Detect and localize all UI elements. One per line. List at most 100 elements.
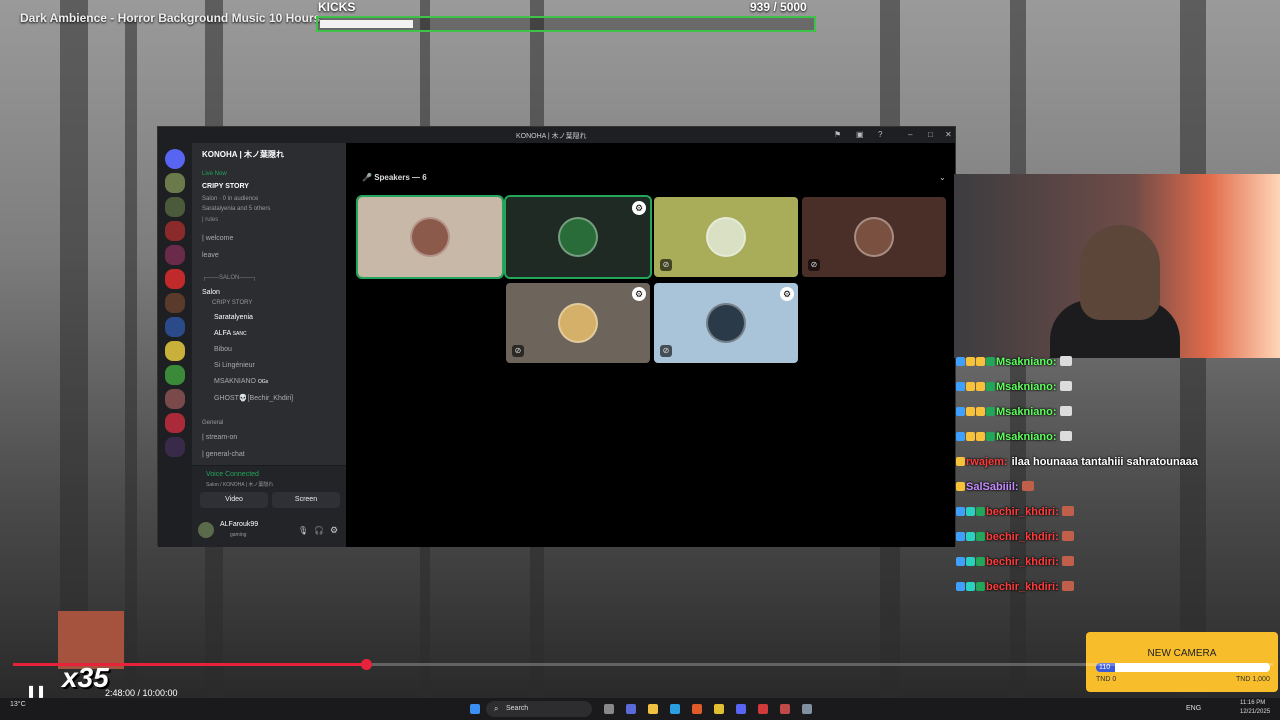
minimize-button[interactable]: –: [908, 130, 912, 139]
server-icon[interactable]: [165, 389, 185, 409]
chat-badge-icon: [956, 432, 965, 441]
chat-badge-icon: [966, 382, 975, 391]
chat-username: Msakniano:: [996, 431, 1057, 443]
chat-message: bechir_khdiri:: [956, 556, 1074, 568]
server-name[interactable]: KONOHA | 木ノ葉隠れ: [202, 149, 284, 160]
server-icon[interactable]: [165, 173, 185, 193]
settings-gear-icon[interactable]: ⚙: [330, 525, 338, 536]
speaker-tile[interactable]: ⊘ ⚙: [506, 283, 650, 363]
flag-icon[interactable]: ⚑: [834, 130, 841, 139]
member-row[interactable]: MSAKNIANO OGs: [214, 378, 268, 385]
server-icon[interactable]: [165, 437, 185, 457]
speaker-tile[interactable]: ⊘ ⚙: [654, 283, 798, 363]
maximize-button[interactable]: □: [928, 130, 933, 139]
speaker-tile[interactable]: ⚙: [504, 195, 652, 279]
microphone-icon[interactable]: 🎙: [298, 526, 308, 535]
member-row[interactable]: GHOST💀[Bechir_Khdiri]: [214, 394, 293, 402]
chat-badge-icon: [966, 507, 975, 516]
meme-emote-image: [58, 611, 124, 669]
pause-icon[interactable]: ❚❚: [26, 684, 46, 698]
channel-welcome[interactable]: | welcome: [202, 235, 233, 242]
user-panel: ALFarouk99 gaming 🎙 🎧 ⚙: [192, 516, 346, 547]
server-icon[interactable]: [165, 293, 185, 313]
app-icon[interactable]: [802, 704, 812, 714]
windows-taskbar: 13°C ⌕ Search ENG 11:16 PM 12/21/2025: [0, 698, 1280, 720]
speaker-tile[interactable]: [356, 195, 504, 279]
language-indicator[interactable]: ENG: [1186, 705, 1201, 712]
server-icon[interactable]: [165, 245, 185, 265]
server-icon[interactable]: [165, 221, 185, 241]
kicks-progress-bar: [316, 16, 816, 32]
server-icon[interactable]: [165, 413, 185, 433]
channel-leave[interactable]: leave: [202, 252, 219, 259]
chat-username: bechir_khdiri:: [986, 581, 1059, 593]
chat-badge-icon: [976, 357, 985, 366]
discord-home-icon[interactable]: [165, 149, 185, 169]
tile-options-icon[interactable]: ⚙: [632, 287, 646, 301]
chat-badge-icon: [956, 407, 965, 416]
username: ALFarouk99: [220, 521, 259, 528]
close-button[interactable]: ✕: [945, 130, 952, 139]
chat-username: SalSabiiil:: [966, 481, 1019, 493]
chat-badge-icon: [956, 532, 965, 541]
channel-general-chat[interactable]: | general-chat: [202, 451, 245, 458]
chat-username: bechir_khdiri:: [986, 556, 1059, 568]
discord-taskbar-icon[interactable]: [736, 704, 746, 714]
speaker-tile[interactable]: ⊘: [654, 197, 798, 277]
headphones-icon[interactable]: 🎧: [314, 526, 324, 535]
chat-emote-icon: [1021, 481, 1034, 491]
windows-start-icon[interactable]: [470, 704, 480, 714]
app-icon[interactable]: [758, 704, 768, 714]
member-tag: OGs: [257, 379, 269, 385]
avatar[interactable]: [198, 522, 214, 538]
clock-date[interactable]: 12/21/2025: [1240, 709, 1270, 715]
video-progress-bar[interactable]: [13, 659, 1273, 670]
member-name: GHOST💀[Bechir_Khdiri]: [214, 395, 294, 402]
task-view-icon[interactable]: [604, 704, 614, 714]
screen-share-button[interactable]: Screen: [272, 492, 340, 508]
tile-options-icon[interactable]: ⚙: [632, 201, 646, 215]
chrome-icon[interactable]: [714, 704, 724, 714]
member-name: ALFA: [214, 330, 231, 337]
member-row[interactable]: Saratalyenia: [214, 314, 253, 321]
channel-salon-topic: CRIPY STORY: [212, 300, 253, 306]
category-general[interactable]: General: [202, 420, 223, 426]
chevron-down-icon[interactable]: ⌄: [939, 173, 946, 182]
member-row[interactable]: Si Lingénieur: [214, 362, 255, 369]
speaker-avatar: [854, 217, 894, 257]
help-icon[interactable]: ?: [878, 130, 882, 139]
channel-stream-on[interactable]: | stream-on: [202, 434, 237, 441]
live-stage-title[interactable]: CRIPY STORY: [202, 183, 249, 190]
chat-username: Msakniano:: [996, 356, 1057, 368]
taskbar-search[interactable]: ⌕ Search: [486, 701, 592, 717]
server-icon[interactable]: [165, 269, 185, 289]
channel-salon[interactable]: Salon: [202, 289, 220, 296]
app-icon[interactable]: [780, 704, 790, 714]
chat-emote-icon: [1059, 356, 1072, 366]
edge-icon[interactable]: [670, 704, 680, 714]
chat-emote-icon: [1061, 506, 1074, 516]
chat-badge-icon: [966, 557, 975, 566]
chat-emote-icon: [1059, 381, 1072, 391]
member-row[interactable]: Bibou: [214, 346, 232, 353]
member-row[interactable]: ALFA SANC: [214, 330, 247, 337]
brave-icon[interactable]: [692, 704, 702, 714]
server-icon[interactable]: [165, 365, 185, 385]
file-explorer-icon[interactable]: [648, 704, 658, 714]
server-icon[interactable]: [165, 341, 185, 361]
tile-options-icon[interactable]: ⚙: [780, 287, 794, 301]
weather-widget[interactable]: 13°C: [10, 701, 26, 708]
clock-time[interactable]: 11:16 PM: [1240, 700, 1265, 706]
inbox-icon[interactable]: ▣: [856, 130, 864, 139]
server-icon[interactable]: [165, 197, 185, 217]
chat-emote-icon: [1061, 531, 1074, 541]
chat-badge-icon: [956, 357, 965, 366]
chat-text: ilaa hounaaa tantahiii sahratounaaa: [1011, 456, 1199, 468]
speaker-tile[interactable]: ⊘: [802, 197, 946, 277]
category-salon[interactable]: ┌───SALON───┐: [202, 275, 256, 281]
channel-rules[interactable]: | rules: [202, 217, 218, 223]
video-scrubber-handle[interactable]: [360, 659, 372, 670]
server-icon[interactable]: [165, 317, 185, 337]
copilot-icon[interactable]: [626, 704, 636, 714]
video-button[interactable]: Video: [200, 492, 268, 508]
